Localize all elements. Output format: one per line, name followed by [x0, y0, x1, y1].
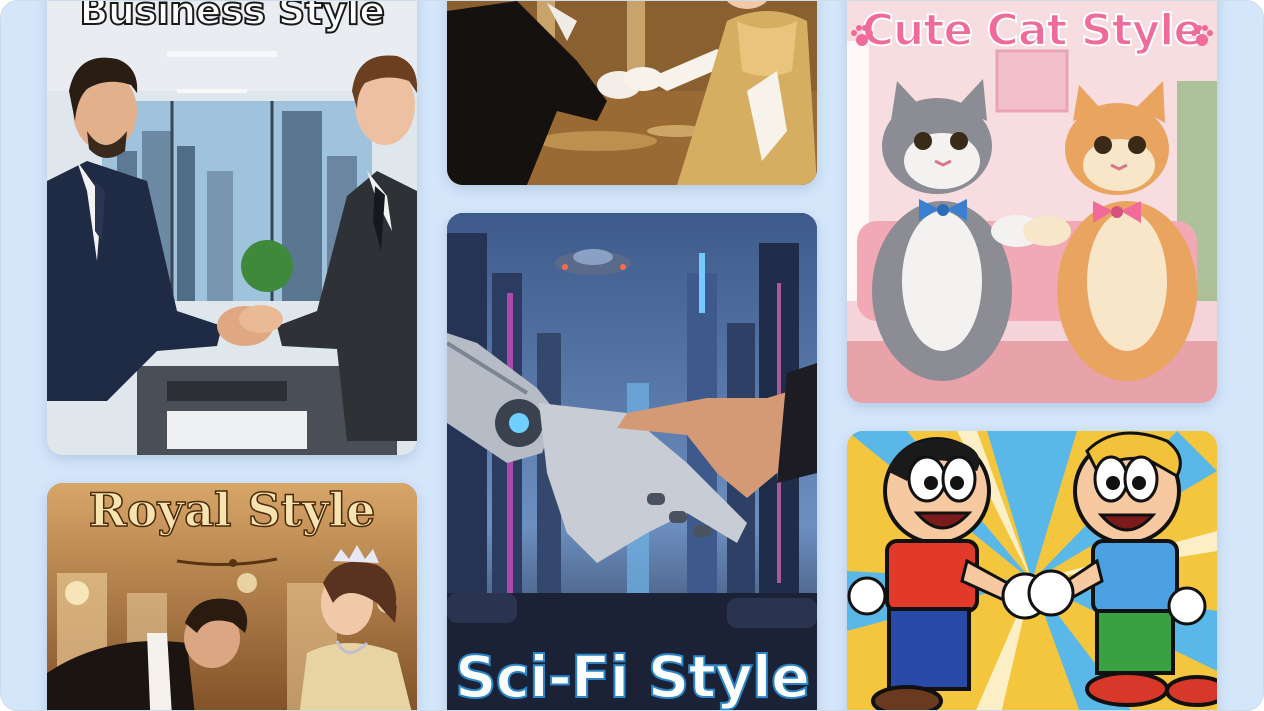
- paw-icon-left: [851, 25, 873, 46]
- card-business-style[interactable]: Business Style: [47, 0, 417, 455]
- card-royal-style[interactable]: Royal Style: [47, 483, 417, 710]
- ballroom-handshake-image: [447, 1, 817, 185]
- card-cartoon-style[interactable]: [847, 431, 1217, 710]
- paw-icon-right: [1191, 25, 1213, 46]
- card-title: Cute Cat Style: [861, 4, 1204, 57]
- card-title: Business Style: [78, 0, 386, 34]
- cats-handshake-image: [847, 1, 1217, 403]
- card-title: Sci-Fi Style: [454, 642, 811, 711]
- card-cute-cat-style[interactable]: Cute Cat Style: [847, 1, 1217, 403]
- card-title: Royal Style: [88, 483, 376, 538]
- scifi-robot-handshake-image: [447, 213, 817, 710]
- gallery-frame: Business Style Royal Style Sci-Fi Style …: [0, 0, 1264, 711]
- cartoon-kids-handshake-image: [847, 431, 1217, 710]
- card-scifi-style[interactable]: Sci-Fi Style: [447, 213, 817, 711]
- card-ballroom-style[interactable]: [447, 1, 817, 185]
- business-handshake-image: [47, 1, 417, 455]
